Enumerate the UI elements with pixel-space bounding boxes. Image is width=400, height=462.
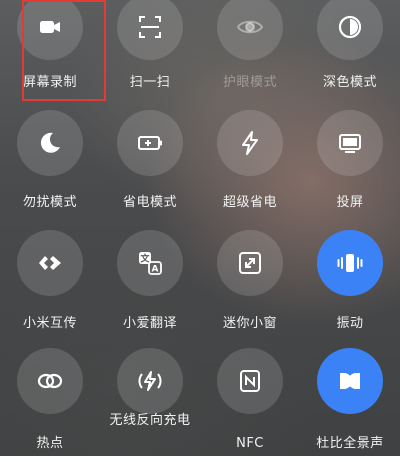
tile-translate[interactable]: 文 A 小爱翻译 <box>100 230 200 344</box>
tile-power-saving[interactable]: 省电模式 <box>100 110 200 224</box>
mi-share-button[interactable] <box>17 230 83 296</box>
tile-do-not-disturb[interactable]: 勿扰模式 <box>0 110 100 224</box>
nfc-icon <box>240 370 260 392</box>
super-power-saving-button[interactable] <box>217 110 283 176</box>
translate-icon: 文 A <box>139 252 162 275</box>
tile-hotspot[interactable]: 热点 <box>0 348 100 462</box>
moon-icon <box>40 132 60 153</box>
share-transfer-icon <box>39 256 61 270</box>
reverse-charge-button[interactable] <box>117 348 183 414</box>
battery-icon <box>138 136 162 150</box>
vibrate-button[interactable] <box>317 230 383 296</box>
tile-label: 勿扰模式 <box>22 195 77 210</box>
screen-cast-button[interactable] <box>317 110 383 176</box>
tile-label: 迷你小窗 <box>222 316 277 331</box>
tile-label: 热点 <box>36 436 64 451</box>
vibrate-icon <box>337 254 363 272</box>
tile-eye-protection[interactable]: 护眼模式 <box>200 0 300 108</box>
eye-protection-button[interactable] <box>217 0 283 60</box>
scan-button[interactable] <box>117 0 183 60</box>
tile-screen-cast[interactable]: 投屏 <box>300 110 400 224</box>
tile-label: 深色模式 <box>322 75 377 90</box>
tile-label: 省电模式 <box>122 195 177 210</box>
eye-icon <box>236 20 264 34</box>
tile-label: 超级省电 <box>222 195 277 210</box>
tile-label: NFC <box>236 436 264 451</box>
tile-scan[interactable]: 扫一扫 <box>100 0 200 108</box>
hotspot-icon <box>37 373 63 389</box>
tile-dark-mode[interactable]: 深色模式 <box>300 0 400 108</box>
mini-window-icon <box>239 252 261 274</box>
translate-button[interactable]: 文 A <box>117 230 183 296</box>
tile-dolby[interactable]: 杜比全景声 <box>300 348 400 462</box>
hotspot-button[interactable] <box>17 348 83 414</box>
tile-label: 振动 <box>336 316 364 331</box>
lightning-icon <box>242 131 258 155</box>
do-not-disturb-button[interactable] <box>17 110 83 176</box>
dark-mode-icon <box>338 15 362 39</box>
highlight-box <box>22 0 106 101</box>
tile-nfc[interactable]: NFC <box>200 348 300 462</box>
tile-vibrate[interactable]: 振动 <box>300 230 400 344</box>
dolby-button[interactable] <box>317 348 383 414</box>
dark-mode-button[interactable] <box>317 0 383 60</box>
svg-text:A: A <box>152 265 159 275</box>
tile-label: 小米互传 <box>22 316 77 331</box>
tile-label: 投屏 <box>336 195 364 210</box>
tile-mi-share[interactable]: 小米互传 <box>0 230 100 344</box>
tile-label: 小爱翻译 <box>122 316 177 331</box>
scan-icon <box>139 16 161 38</box>
tile-label: 扫一扫 <box>129 75 171 90</box>
tile-mini-window[interactable]: 迷你小窗 <box>200 230 300 344</box>
reverse-charge-icon <box>138 371 162 391</box>
power-saving-button[interactable] <box>117 110 183 176</box>
tile-label: 杜比全景声 <box>316 436 384 451</box>
tile-reverse-charge[interactable]: 无线反向充电 <box>100 348 200 462</box>
tile-label: 护眼模式 <box>222 75 277 90</box>
monitor-icon <box>339 134 361 153</box>
dolby-icon <box>340 373 360 389</box>
mini-window-button[interactable] <box>217 230 283 296</box>
tile-label: 无线反向充电 <box>109 413 191 428</box>
tile-super-power-saving[interactable]: 超级省电 <box>200 110 300 224</box>
nfc-button[interactable] <box>217 348 283 414</box>
